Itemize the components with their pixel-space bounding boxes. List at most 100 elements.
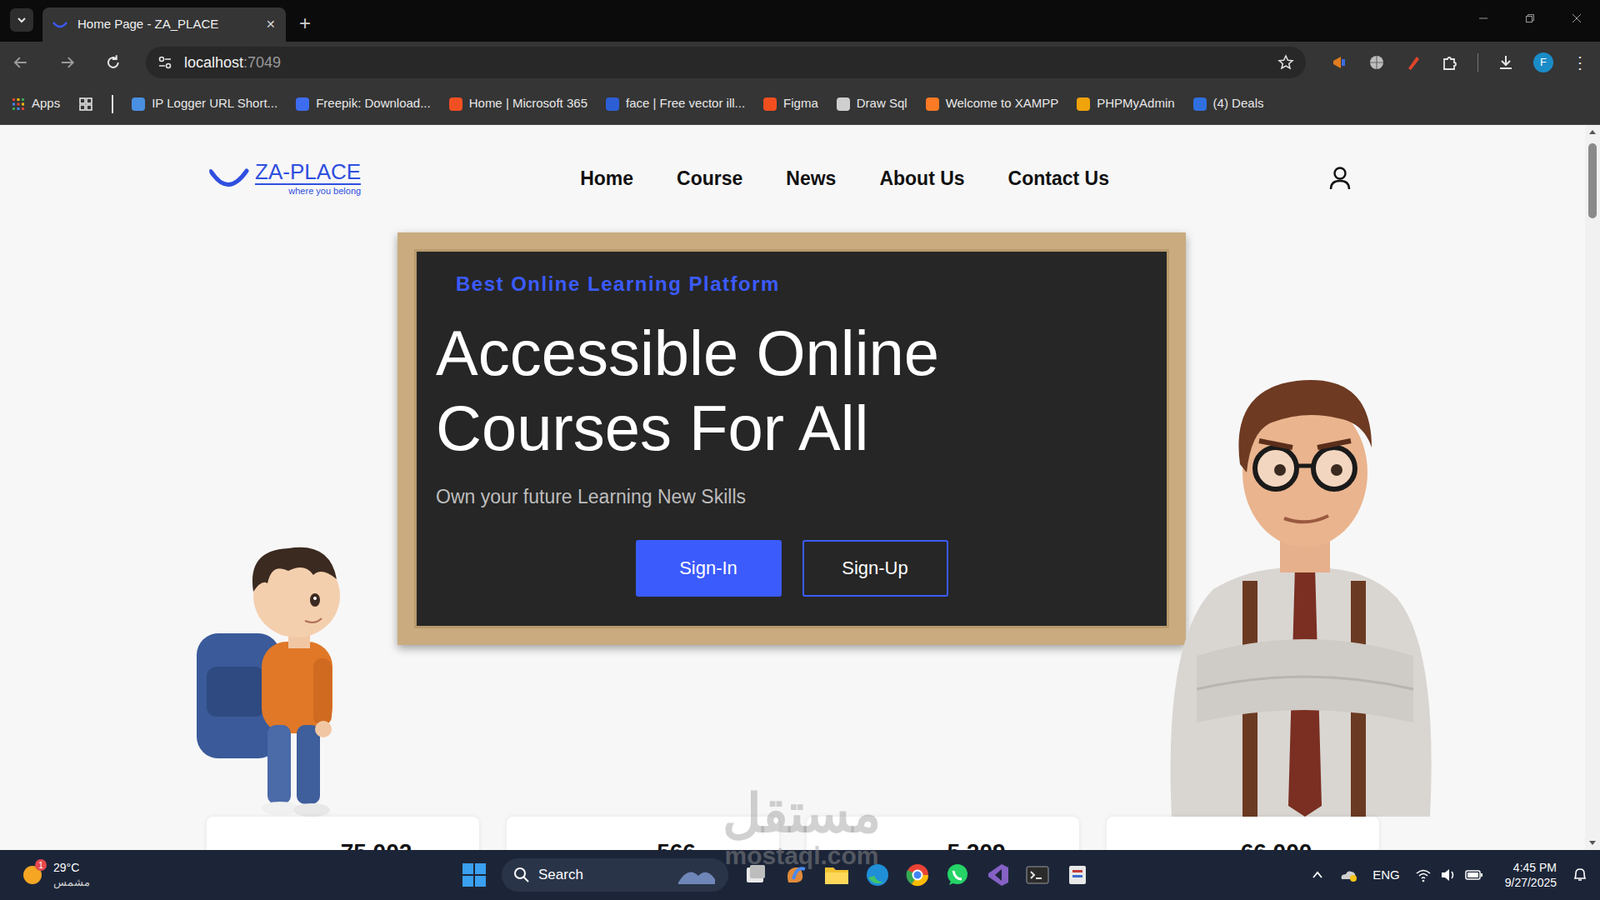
minimize-button[interactable] (1460, 13, 1507, 24)
clock-date: 9/27/2025 (1505, 875, 1557, 890)
quick-settings[interactable] (1415, 867, 1484, 883)
nav-link[interactable]: Course (676, 164, 743, 194)
chrome-icon[interactable] (905, 862, 930, 888)
scroll-down-icon[interactable] (1588, 838, 1597, 847)
tab-strip: Home Page - ZA_PLACE ✕ + (0, 0, 1600, 42)
notification-bell-icon[interactable] (1571, 866, 1589, 884)
minimize-icon (1478, 13, 1489, 24)
bookmark-label: Welcome to XAMPP (945, 94, 1060, 114)
nav-link[interactable]: About Us (879, 164, 965, 194)
watermark-arabic: مستقل (722, 786, 881, 840)
tab-close-button[interactable]: ✕ (265, 15, 276, 34)
stat-value: 75,002 (274, 835, 413, 850)
taskbar-search[interactable]: Search (501, 858, 729, 892)
menu-button[interactable]: ⋮ (1571, 54, 1589, 71)
close-icon (1571, 13, 1582, 24)
bookmark[interactable]: Figma (763, 94, 819, 114)
bookmark[interactable]: face | Free vector ill... (605, 94, 745, 114)
web-page: ZA-PLACE where you belong Home Course News… (0, 125, 1600, 850)
site-header: ZA-PLACE where you belong Home Course News… (0, 125, 1585, 200)
address-bar[interactable]: localhost:7049 (145, 46, 1306, 79)
bookmark-favicon-icon (1076, 97, 1090, 111)
weather-text: 29°C مشمس (53, 860, 90, 890)
copilot-icon[interactable] (783, 862, 809, 888)
chevron-down-icon (15, 14, 28, 26)
tab-groups-icon[interactable] (78, 96, 94, 112)
file-explorer-icon[interactable] (823, 862, 850, 888)
onedrive-icon[interactable] (1339, 866, 1358, 884)
stat-card: 75,002 (206, 816, 480, 850)
bookmark[interactable]: Draw Sql (836, 94, 908, 114)
stat-value: 5,209 (880, 835, 1005, 850)
pen-extension-icon[interactable] (1404, 53, 1423, 72)
forward-icon[interactable] (58, 53, 77, 72)
chevron-up-icon[interactable] (1310, 868, 1325, 882)
tab-search-button[interactable] (10, 8, 34, 32)
bookmark-favicon-icon (605, 97, 620, 111)
logo-name: ZA-PLACE (255, 160, 361, 185)
whatsapp-icon[interactable] (945, 862, 970, 888)
back-icon[interactable] (11, 53, 30, 72)
bookmark-favicon-icon (925, 97, 940, 111)
bookmark[interactable]: Apps (11, 94, 60, 114)
close-window-button[interactable] (1553, 13, 1600, 24)
stat-card: 566 (506, 816, 780, 850)
hero-eyebrow: Best Online Learning Platform (414, 269, 1170, 300)
sign-up-button[interactable]: Sign-Up (802, 540, 949, 597)
puzzle-icon[interactable] (1440, 53, 1460, 72)
profile-avatar[interactable]: F (1533, 52, 1554, 73)
bookmark[interactable]: PHPMyAdmin (1076, 94, 1175, 114)
teacher-figure (1163, 372, 1440, 817)
bookmark[interactable]: Home | Microsoft 365 (449, 94, 588, 114)
smile-logo-icon (208, 165, 252, 191)
logo[interactable]: ZA-PLACE where you belong (208, 160, 361, 196)
restore-icon (1525, 13, 1535, 24)
browser-tab[interactable]: Home Page - ZA_PLACE ✕ (42, 7, 286, 42)
clock[interactable]: 4:45 PM 9/27/2025 (1505, 860, 1557, 890)
bookmark[interactable]: Welcome to XAMPP (925, 94, 1060, 114)
app-icon[interactable] (1065, 862, 1090, 888)
language-indicator[interactable]: ENG (1372, 865, 1400, 885)
download-icon[interactable] (1496, 53, 1515, 72)
bookmark[interactable]: (4) Deals (1193, 94, 1265, 114)
reload-icon[interactable] (104, 53, 123, 72)
bookmark-favicon-icon (836, 97, 850, 111)
watermark: مستقل mostaql.com (701, 786, 902, 869)
nav-link[interactable]: Home (580, 164, 634, 194)
task-view-icon[interactable] (743, 862, 769, 888)
megaphone-extension-icon[interactable] (1330, 53, 1350, 72)
url[interactable]: localhost:7049 (184, 51, 1266, 75)
scroll-up-icon[interactable] (1588, 128, 1597, 137)
system-tray: ENG 4:45 PM 9/27/2025 (1310, 860, 1589, 890)
weather-widget[interactable]: 1 29°C مشمس (20, 860, 270, 890)
edge-icon[interactable] (865, 862, 890, 888)
restore-button[interactable] (1506, 13, 1554, 24)
new-tab-button[interactable]: + (299, 13, 311, 34)
globe-extension-icon[interactable] (1367, 53, 1386, 72)
nav-link[interactable]: Contact Us (1008, 164, 1110, 194)
user-icon[interactable] (1328, 165, 1352, 191)
bookmark-favicon-icon (1193, 97, 1207, 111)
bookmark-label: IP Logger URL Short... (151, 94, 278, 114)
windows-start-icon[interactable] (461, 862, 487, 888)
terminal-icon[interactable] (1025, 862, 1050, 888)
bookmark[interactable]: IP Logger URL Short... (131, 94, 278, 114)
bookmark-label: PHPMyAdmin (1096, 94, 1175, 114)
search-highlight-icon (676, 864, 717, 886)
scrollbar-thumb[interactable] (1588, 143, 1597, 219)
site-settings-icon[interactable] (157, 55, 173, 70)
visual-studio-icon[interactable] (985, 862, 1010, 888)
star-icon[interactable] (1277, 54, 1295, 71)
scrollbar[interactable] (1585, 125, 1600, 850)
bookmark[interactable]: Freepik: Download... (295, 94, 431, 114)
extensions: F ⋮ (1330, 52, 1589, 73)
bookmark-label: Home | Microsoft 365 (469, 94, 588, 114)
bookmark-label: face | Free vector ill... (625, 94, 745, 114)
sign-in-button[interactable]: Sign-In (635, 540, 782, 597)
nav-link[interactable]: News (785, 164, 836, 194)
wifi-icon (1415, 867, 1432, 883)
bookmark-favicon-icon (131, 97, 145, 111)
stat-card: 5,209 (806, 816, 1080, 850)
logo-tagline: where you belong (288, 186, 361, 196)
stat-card: 66,000 (1106, 816, 1380, 850)
